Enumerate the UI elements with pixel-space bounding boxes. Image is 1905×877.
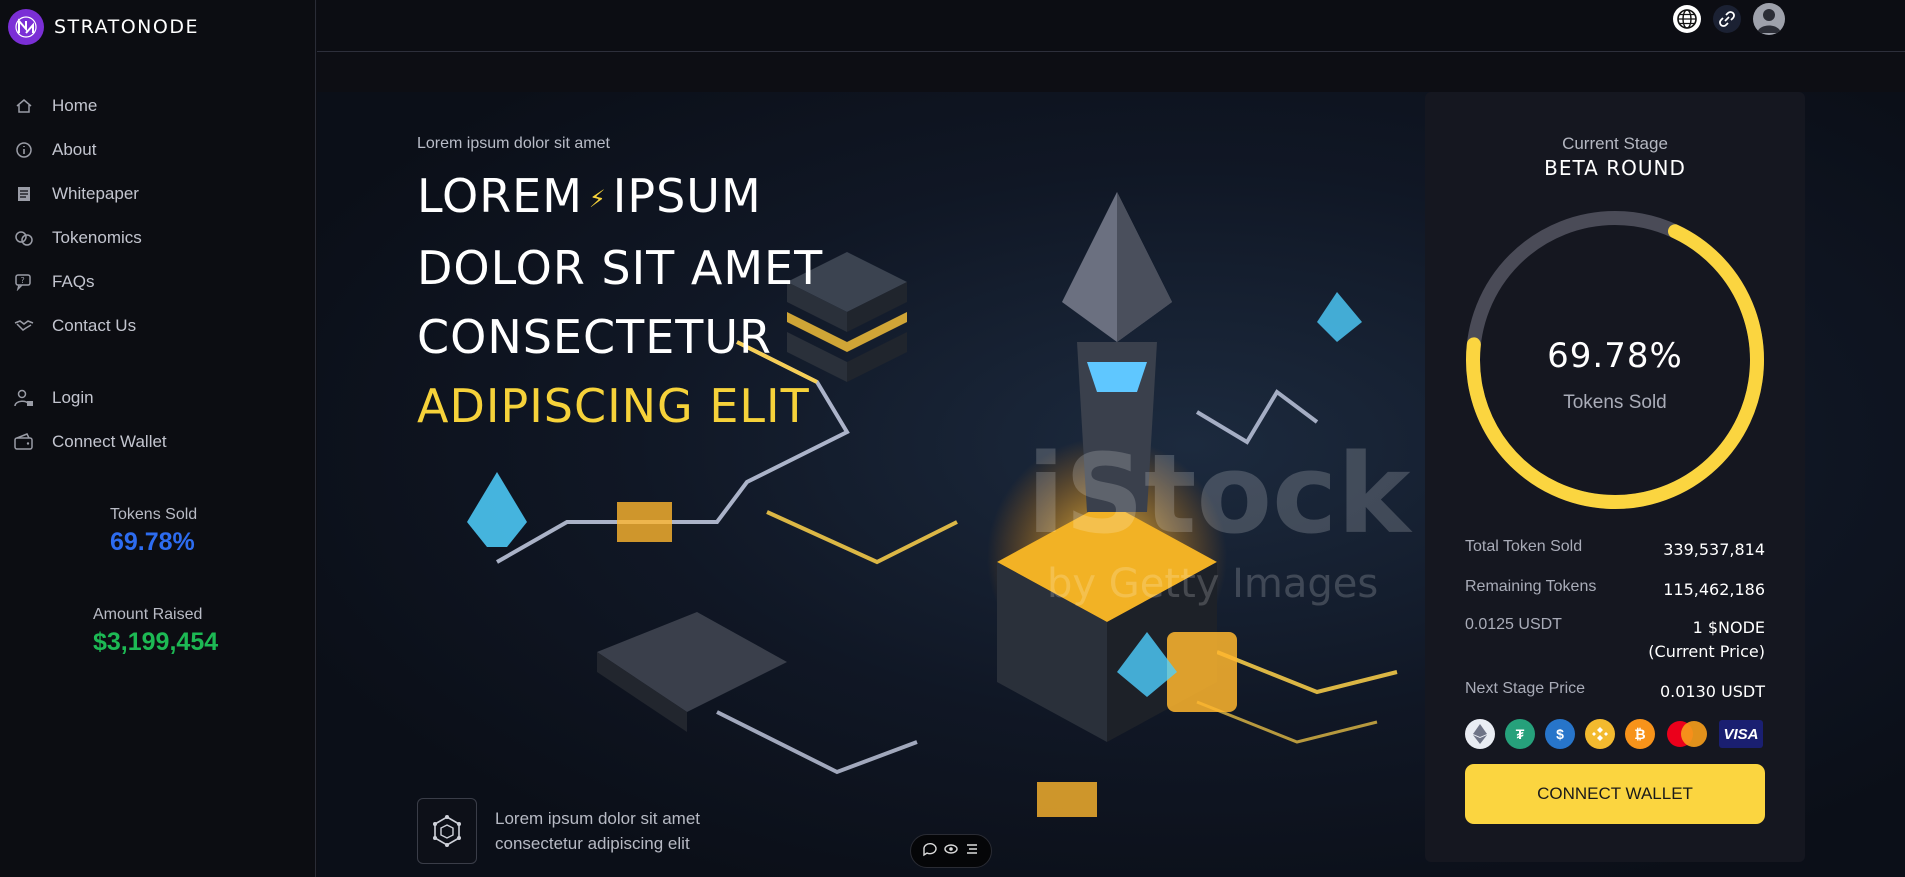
user-lock-icon	[14, 388, 34, 408]
lightning-icon: ⚡	[588, 185, 607, 213]
sidebar-item-about[interactable]: About	[14, 136, 96, 164]
amount-raised-label: Amount Raised	[93, 606, 203, 623]
sidebar-item-whitepaper[interactable]: Whitepaper	[14, 180, 139, 208]
hero-title-line-2: DOLOR SIT AMET	[417, 241, 824, 295]
topbar-icons	[1673, 3, 1785, 35]
sidebar-item-label: Tokenomics	[52, 228, 142, 247]
info-icon	[14, 140, 34, 160]
sidebar-item-tokenomics[interactable]: Tokenomics	[14, 224, 142, 252]
sidebar-item-contact[interactable]: Contact Us	[14, 312, 136, 340]
topbar	[317, 0, 1905, 52]
stat-row-remaining: Remaining Tokens 115,462,186	[1465, 578, 1765, 599]
watermark-sub-text: by Getty Images	[1047, 561, 1378, 607]
presale-panel: Current Stage BETA ROUND 69.78% Tokens S…	[1425, 92, 1805, 862]
sidebar: STRATONODE Home About Whitepaper Tokenom…	[0, 0, 316, 877]
stat-row-next-price: Next Stage Price 0.0130 USDT	[1465, 680, 1765, 701]
hero-title-line-1: LOREM ⚡ IPSUM	[417, 169, 762, 223]
mastercard-icon[interactable]	[1665, 719, 1709, 749]
sidebar-item-label: Whitepaper	[52, 184, 139, 203]
sidebar-item-label: About	[52, 140, 97, 159]
stage-name: BETA ROUND	[1544, 156, 1686, 180]
sidebar-item-label: Contact Us	[52, 316, 137, 335]
coins-icon	[14, 228, 34, 248]
payment-methods: ₮ $ ₿ VISA	[1465, 719, 1763, 749]
usdc-icon[interactable]: $	[1545, 719, 1575, 749]
globe-icon[interactable]	[1673, 5, 1701, 33]
brand-logo-icon	[8, 9, 44, 45]
bnb-icon[interactable]	[1585, 719, 1615, 749]
home-icon	[14, 96, 34, 116]
sidebar-item-label: Connect Wallet	[52, 432, 167, 451]
sidebar-item-home[interactable]: Home	[14, 92, 97, 120]
sidebar-item-login[interactable]: Login	[14, 384, 94, 412]
tokens-sold-label: Tokens Sold	[110, 506, 198, 523]
menu-icon[interactable]	[964, 841, 980, 862]
link-icon[interactable]	[1713, 5, 1741, 33]
connect-wallet-button[interactable]: CONNECT WALLET	[1465, 764, 1765, 824]
stage-label: Current Stage	[1562, 134, 1668, 153]
stat-row-total-sold: Total Token Sold 339,537,814	[1465, 538, 1765, 559]
sidebar-amount-raised: Amount Raised $3,199,454	[93, 606, 218, 657]
hero-kicker: Lorem ipsum dolor sit amet	[417, 135, 610, 152]
chat-icon[interactable]	[922, 841, 938, 862]
sidebar-item-connect-wallet[interactable]: Connect Wallet	[14, 428, 167, 456]
visa-icon[interactable]: VISA	[1719, 720, 1763, 748]
svg-text:?: ?	[21, 276, 25, 285]
hero-title-line-3: CONSECTETUR	[417, 310, 773, 364]
eye-icon[interactable]	[943, 841, 959, 862]
ethereum-icon[interactable]	[1465, 719, 1495, 749]
document-icon	[14, 184, 34, 204]
avatar[interactable]	[1753, 3, 1785, 35]
sidebar-item-faqs[interactable]: ? FAQs	[14, 268, 95, 296]
question-chat-icon: ?	[14, 272, 34, 292]
hero-title-line-4: ADIPISCING ELIT	[417, 379, 810, 433]
brand[interactable]: STRATONODE	[8, 9, 199, 45]
sidebar-tokens-sold: Tokens Sold 69.78%	[110, 506, 197, 557]
sidebar-item-label: FAQs	[52, 272, 95, 291]
watermark-text: iStock	[1027, 430, 1413, 558]
hero-feature-text: Lorem ipsum dolor sit amet consectetur a…	[495, 809, 701, 853]
handshake-icon	[14, 316, 34, 336]
progress-caption: Tokens Sold	[1563, 392, 1667, 413]
progress-percent: 69.78%	[1547, 336, 1683, 376]
hero-title: LOREM ⚡ IPSUM DOLOR SIT AMET CONSECTETUR A…	[417, 162, 823, 441]
blockchain-cube-icon	[417, 798, 477, 864]
tether-icon[interactable]: ₮	[1505, 719, 1535, 749]
floating-toolbar	[910, 834, 992, 868]
amount-raised-value: $3,199,454	[93, 628, 219, 656]
tokens-sold-value: 69.78%	[110, 528, 195, 556]
sidebar-item-label: Home	[52, 96, 98, 115]
stat-row-current-price: 0.0125 USDT 1 $NODE (Current Price)	[1465, 616, 1765, 661]
sidebar-item-label: Login	[52, 388, 94, 407]
bitcoin-icon[interactable]: ₿	[1625, 719, 1655, 749]
hero-feature: Lorem ipsum dolor sit amet consectetur a…	[417, 798, 700, 864]
brand-name: STRATONODE	[54, 16, 199, 38]
wallet-icon	[14, 432, 34, 452]
